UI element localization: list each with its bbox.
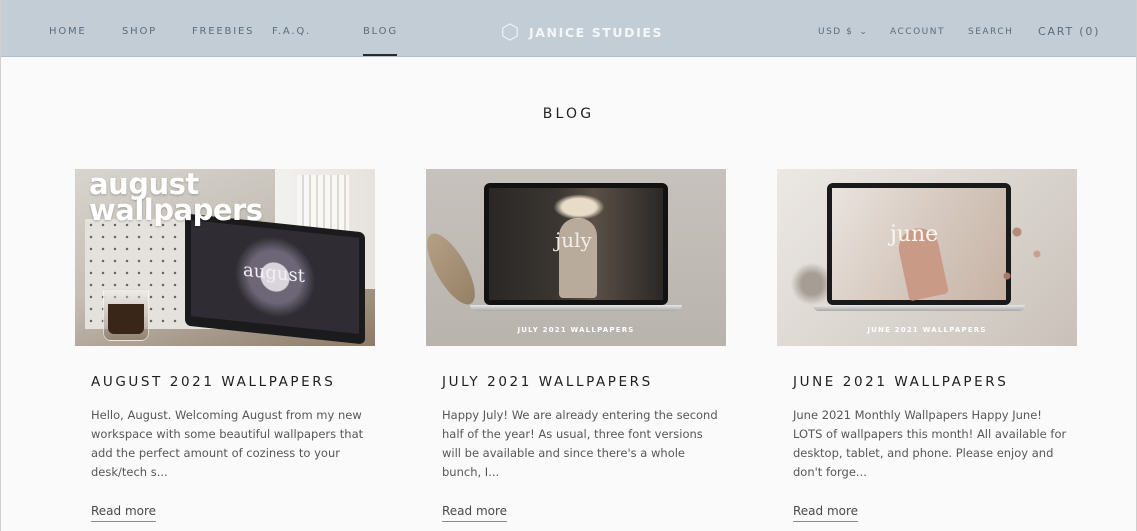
coffee-image (108, 304, 144, 334)
nav-blog[interactable]: BLOG (363, 26, 398, 37)
blog-post-card: august august wallpapers AUGUST 2021 WAL… (75, 169, 375, 522)
post-thumbnail[interactable]: june JUNE 2021 WALLPAPERS (777, 169, 1077, 346)
post-title[interactable]: AUGUST 2021 WALLPAPERS (91, 374, 375, 390)
post-excerpt: Hello, August. Welcoming August from my … (91, 408, 364, 479)
blog-post-card: july JULY 2021 WALLPAPERS JULY 2021 WALL… (426, 169, 726, 522)
post-thumbnail[interactable]: august august wallpapers (75, 169, 375, 346)
image-caption: JUNE 2021 WALLPAPERS (867, 326, 987, 334)
image-caption: JULY 2021 WALLPAPERS (517, 326, 635, 334)
laptop-image: july (484, 183, 668, 305)
hexagon-logo-icon (502, 23, 518, 41)
glass-mug-image (103, 289, 149, 341)
dried-grass-image (426, 226, 484, 312)
post-title[interactable]: JULY 2021 WALLPAPERS (442, 374, 726, 390)
brand-logo[interactable]: JANICE STUDIES (501, 23, 663, 41)
laptop-screen-image: july (489, 188, 663, 300)
laptop-image: august (185, 213, 365, 345)
post-thumbnail[interactable]: july JULY 2021 WALLPAPERS (426, 169, 726, 346)
screen-word: june (890, 222, 939, 247)
dried-flowers-image (977, 199, 1077, 309)
read-more-link[interactable]: Read more (793, 504, 859, 522)
nav-home[interactable]: HOME (49, 26, 87, 37)
page-title: BLOG (542, 106, 595, 122)
chevron-down-icon: ⌄ (859, 27, 869, 37)
nav-faq[interactable]: F.A.Q. (272, 26, 311, 37)
nav-account[interactable]: ACCOUNT (890, 27, 945, 37)
blog-post-card: june JUNE 2021 WALLPAPERS JUNE 2021 WALL… (777, 169, 1077, 522)
nav-freebies[interactable]: FREEBIES (192, 26, 254, 37)
brand-name: JANICE STUDIES (529, 24, 664, 40)
read-more-link[interactable]: Read more (442, 504, 508, 522)
nav-search[interactable]: SEARCH (968, 27, 1013, 37)
screen-word: july (555, 228, 592, 252)
laptop-base-image (470, 305, 682, 311)
currency-label: USD $ (818, 27, 854, 37)
image-headline: august wallpapers (89, 169, 263, 227)
post-excerpt: June 2021 Monthly Wallpapers Happy June!… (793, 408, 1067, 479)
post-excerpt: Happy July! We are already entering the … (442, 408, 718, 479)
nav-cart[interactable]: CART (0) (1038, 25, 1100, 38)
top-navigation: HOME SHOP FREEBIES F.A.Q. BLOG JANICE ST… (1, 0, 1136, 57)
nav-active-indicator (363, 54, 397, 56)
flowers-image (549, 192, 609, 222)
post-title[interactable]: JUNE 2021 WALLPAPERS (793, 374, 1077, 390)
currency-selector[interactable]: USD $ ⌄ (818, 27, 868, 37)
read-more-link[interactable]: Read more (91, 504, 157, 522)
nav-shop[interactable]: SHOP (122, 26, 157, 37)
